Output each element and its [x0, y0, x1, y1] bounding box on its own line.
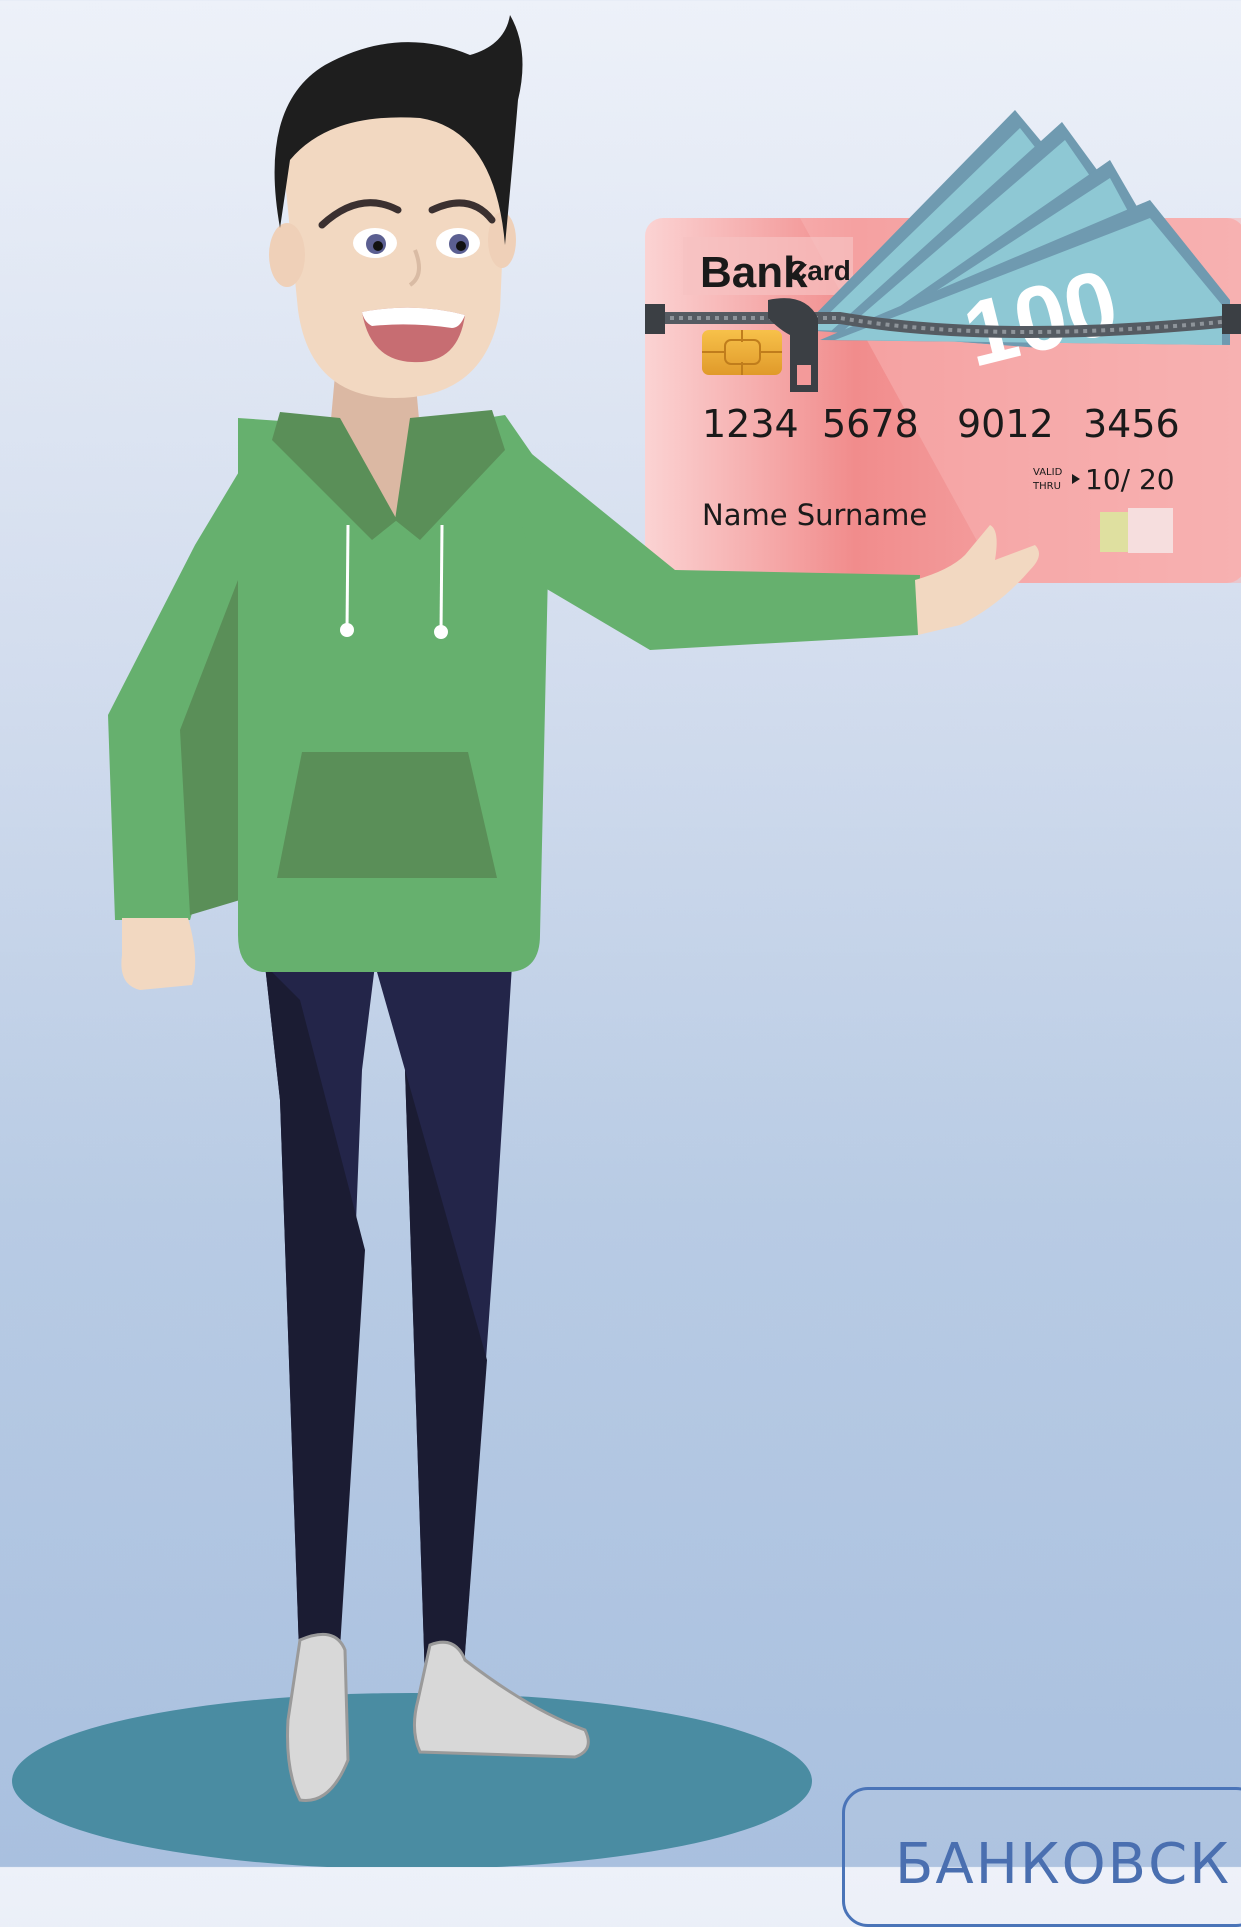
card-brand-sub: Card	[787, 255, 851, 286]
floor-shadow	[12, 1693, 812, 1867]
card-hologram	[1100, 508, 1173, 553]
title-banner: БАНКОВСК	[842, 1787, 1241, 1927]
valid-label-bottom: THRU	[1032, 481, 1061, 492]
card-number-group-4: 3456	[1083, 402, 1180, 446]
card-number-group-2: 5678	[822, 402, 919, 446]
card-number-group-1: 1234	[702, 402, 799, 446]
card-expiry: 10/ 20	[1085, 463, 1175, 496]
drawstring-tip-right	[434, 625, 448, 639]
card-holder-name: Name Surname	[702, 498, 927, 532]
banner-text: БАНКОВСК	[895, 1832, 1231, 1897]
valid-label-top: VALID	[1033, 467, 1063, 478]
hoodie-pocket	[277, 752, 497, 878]
illustration-scene: Bank Card 100 1234 5678 9012 3456 VALID …	[12, 15, 1241, 1867]
drawstring-tip-left	[340, 623, 354, 637]
left-shoe	[286, 1632, 350, 1802]
left-hand	[121, 918, 196, 990]
card-chip	[702, 330, 782, 375]
left-ear	[269, 223, 305, 287]
bank-card: Bank Card 100 1234 5678 9012 3456 VALID …	[645, 110, 1241, 583]
card-number-group-3: 9012	[957, 402, 1054, 446]
